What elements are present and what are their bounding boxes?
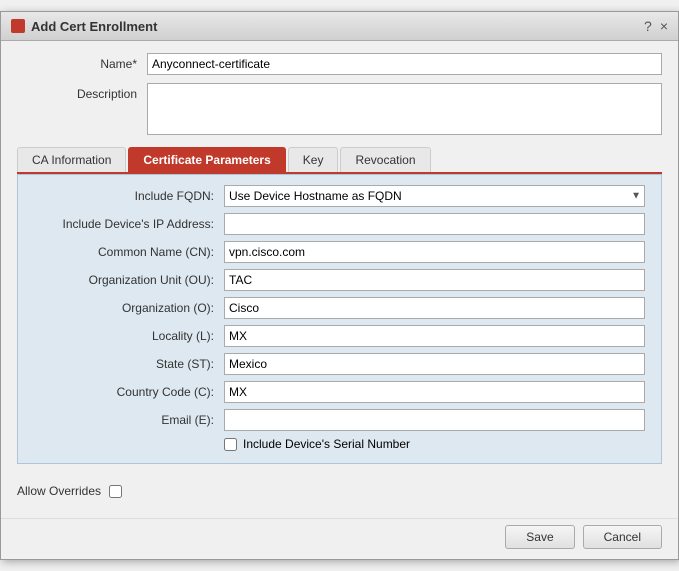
include-fqdn-select-wrap: Use Device Hostname as FQDN None Other ▼: [224, 185, 645, 207]
country-input[interactable]: [224, 381, 645, 403]
tab-key[interactable]: Key: [288, 147, 339, 172]
locality-label: Locality (L):: [34, 329, 224, 343]
org-input[interactable]: [224, 297, 645, 319]
name-input[interactable]: [147, 53, 662, 75]
country-row: Country Code (C):: [34, 381, 645, 403]
allow-overrides-checkbox[interactable]: [109, 485, 122, 498]
add-cert-enrollment-dialog: Add Cert Enrollment ? × Name* Descriptio…: [0, 11, 679, 560]
include-ip-input[interactable]: [224, 213, 645, 235]
allow-overrides-label: Allow Overrides: [17, 484, 101, 498]
include-ip-label: Include Device's IP Address:: [34, 217, 224, 231]
name-row: Name*: [17, 53, 662, 75]
title-bar: Add Cert Enrollment ? ×: [1, 12, 678, 41]
org-unit-row: Organization Unit (OU):: [34, 269, 645, 291]
tabs: CA Information Certificate Parameters Ke…: [17, 147, 662, 174]
common-name-input[interactable]: [224, 241, 645, 263]
locality-input[interactable]: [224, 325, 645, 347]
email-label: Email (E):: [34, 413, 224, 427]
locality-row: Locality (L):: [34, 325, 645, 347]
common-name-label: Common Name (CN):: [34, 245, 224, 259]
serial-number-row: Include Device's Serial Number: [224, 437, 645, 451]
footer: Save Cancel: [1, 518, 678, 559]
bottom-section: Allow Overrides: [1, 476, 678, 518]
tab-content-certificate-parameters: Include FQDN: Use Device Hostname as FQD…: [17, 174, 662, 464]
tab-revocation[interactable]: Revocation: [340, 147, 430, 172]
serial-number-checkbox[interactable]: [224, 438, 237, 451]
include-fqdn-label: Include FQDN:: [34, 189, 224, 203]
title-bar-left: Add Cert Enrollment: [11, 19, 157, 34]
save-button[interactable]: Save: [505, 525, 574, 549]
dialog-title: Add Cert Enrollment: [31, 19, 157, 34]
serial-number-label: Include Device's Serial Number: [243, 437, 410, 451]
country-label: Country Code (C):: [34, 385, 224, 399]
org-unit-input[interactable]: [224, 269, 645, 291]
name-label: Name*: [17, 53, 147, 71]
description-input[interactable]: [147, 83, 662, 135]
org-unit-label: Organization Unit (OU):: [34, 273, 224, 287]
state-row: State (ST):: [34, 353, 645, 375]
include-fqdn-select[interactable]: Use Device Hostname as FQDN None Other: [224, 185, 645, 207]
help-button[interactable]: ?: [644, 18, 652, 34]
dialog-icon: [11, 19, 25, 33]
description-row: Description: [17, 83, 662, 135]
email-input[interactable]: [224, 409, 645, 431]
title-bar-controls: ? ×: [644, 18, 668, 34]
description-label: Description: [17, 83, 147, 101]
org-row: Organization (O):: [34, 297, 645, 319]
state-input[interactable]: [224, 353, 645, 375]
email-row: Email (E):: [34, 409, 645, 431]
dialog-body: Name* Description CA Information Certifi…: [1, 41, 678, 476]
tab-certificate-parameters[interactable]: Certificate Parameters: [128, 147, 285, 172]
include-fqdn-row: Include FQDN: Use Device Hostname as FQD…: [34, 185, 645, 207]
common-name-row: Common Name (CN):: [34, 241, 645, 263]
cancel-button[interactable]: Cancel: [583, 525, 662, 549]
tab-ca-information[interactable]: CA Information: [17, 147, 126, 172]
org-label: Organization (O):: [34, 301, 224, 315]
include-ip-row: Include Device's IP Address:: [34, 213, 645, 235]
allow-overrides-row: Allow Overrides: [17, 484, 662, 498]
close-button[interactable]: ×: [660, 18, 668, 34]
state-label: State (ST):: [34, 357, 224, 371]
